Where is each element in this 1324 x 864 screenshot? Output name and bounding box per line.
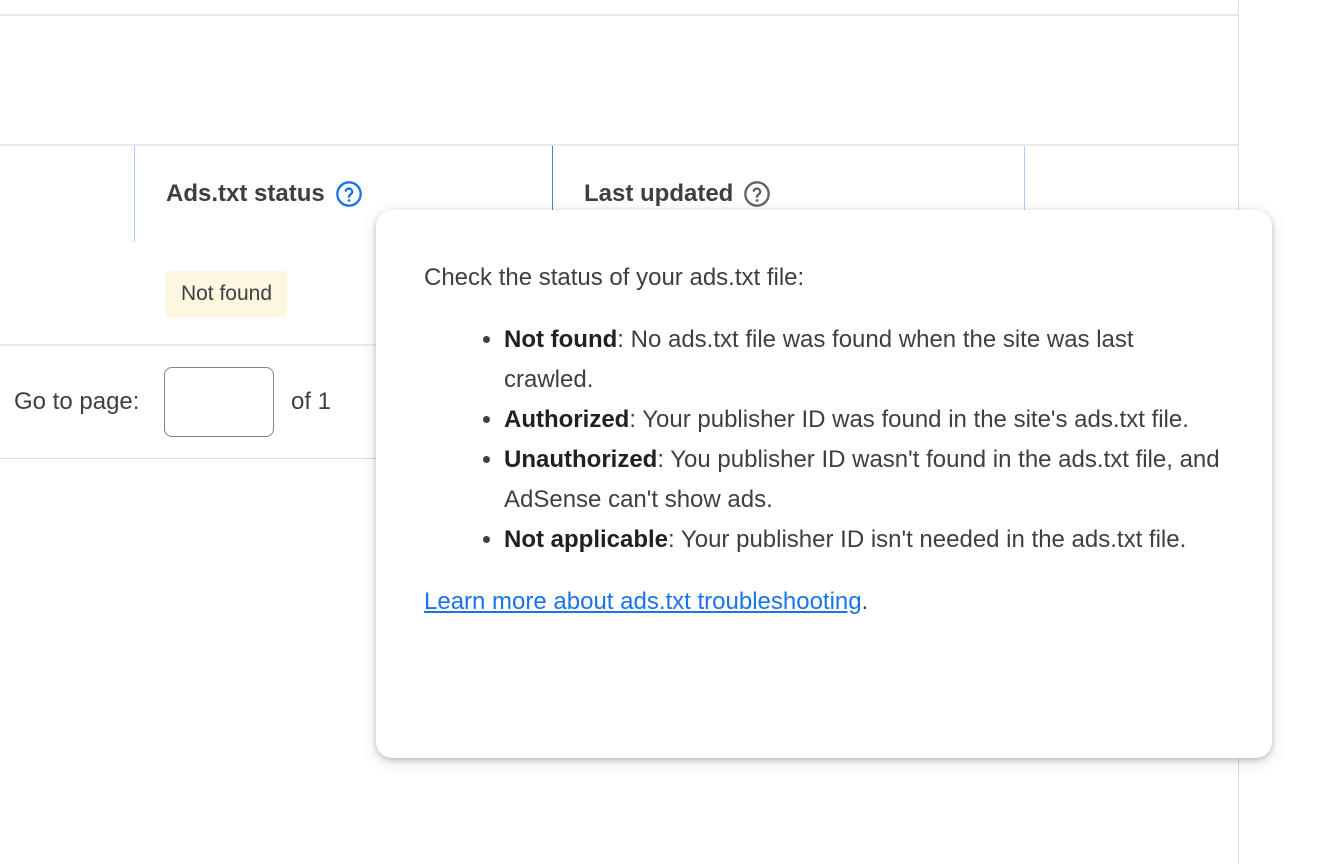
column-resize-handle[interactable] xyxy=(552,146,553,210)
table-header-top-divider xyxy=(0,144,1239,146)
column-header-label: Last updated xyxy=(584,180,734,207)
status-term: Not applicable xyxy=(504,526,669,553)
column-header-label: Ads.txt status xyxy=(166,180,325,207)
goto-page-input[interactable] xyxy=(164,367,274,437)
column-resize-handle[interactable] xyxy=(134,146,135,242)
column-resize-handle[interactable] xyxy=(1024,146,1025,210)
status-badge: Not found xyxy=(166,271,287,317)
status-description: : Your publisher ID was found in the sit… xyxy=(629,406,1189,433)
help-circle-icon[interactable] xyxy=(335,180,363,208)
divider xyxy=(0,14,1239,16)
status-term: Authorized xyxy=(504,406,630,433)
status-description: : Your publisher ID isn't needed in the … xyxy=(668,526,1187,553)
tooltip-intro: Check the status of your ads.txt file: xyxy=(424,264,805,291)
list-item: Not found: No ads.txt file was found whe… xyxy=(504,320,1224,400)
help-circle-icon[interactable] xyxy=(743,180,771,208)
status-definition-list: Not found: No ads.txt file was found whe… xyxy=(424,320,1224,560)
ads-txt-status-tooltip: Check the status of your ads.txt file: N… xyxy=(376,210,1272,758)
goto-page-label: Go to page: xyxy=(14,388,140,415)
column-header-ads-txt-status[interactable]: Ads.txt status xyxy=(166,178,363,210)
page-count-label: of 1 xyxy=(291,388,332,415)
status-term: Unauthorized xyxy=(504,446,658,473)
link-suffix: . xyxy=(861,588,869,615)
list-item: Authorized: Your publisher ID was found … xyxy=(504,400,1224,440)
list-item: Unauthorized: You publisher ID wasn't fo… xyxy=(504,440,1224,520)
page: Ads.txt status Last updated Not found Go… xyxy=(0,0,1324,864)
learn-more-link[interactable]: Learn more about ads.txt troubleshooting xyxy=(424,588,862,615)
tooltip-footer: Learn more about ads.txt troubleshooting… xyxy=(424,586,1224,618)
status-term: Not found xyxy=(504,326,618,353)
column-header-last-updated[interactable]: Last updated xyxy=(584,178,771,210)
list-item: Not applicable: Your publisher ID isn't … xyxy=(504,520,1224,560)
